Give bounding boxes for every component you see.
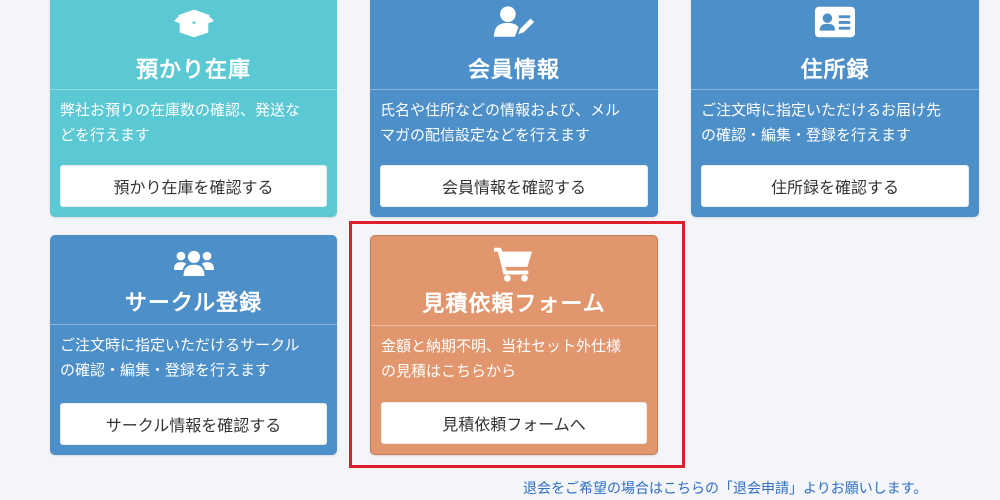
card-title: 住所録	[800, 58, 870, 83]
card-header: 住所録	[691, 0, 979, 90]
desc-line: の確認・編集・登録を行えます	[60, 361, 271, 379]
quote-request-form-button[interactable]: 見積依頼フォームへ	[381, 402, 647, 444]
card-member-info: 会員情報 氏名や住所などの情報および、メル マガの配信設定などを行えます 会員情…	[370, 0, 658, 217]
view-circle-info-button[interactable]: サークル情報を確認する	[60, 403, 327, 445]
view-address-book-button[interactable]: 住所録を確認する	[701, 165, 969, 207]
users-icon	[173, 243, 214, 283]
card-description: ご注文時に指定いただけるサークル の確認・編集・登録を行えます	[50, 325, 337, 397]
card-circle-registration: サークル登録 ご注文時に指定いただけるサークル の確認・編集・登録を行えます サ…	[50, 235, 337, 455]
user-edit-icon	[494, 2, 534, 42]
withdraw-link[interactable]: 退会申請	[733, 481, 789, 497]
view-stock-button[interactable]: 預かり在庫を確認する	[60, 165, 327, 207]
card-description: 金額と納期不明、当社セット外仕様 の見積はこちらから	[371, 326, 657, 398]
card-description: 氏名や住所などの情報および、メル マガの配信設定などを行えます	[370, 90, 658, 162]
card-header: 預かり在庫	[50, 0, 337, 90]
cart-icon	[494, 244, 534, 284]
card-description: 弊社お預りの在庫数の確認、発送な どを行えます	[50, 90, 337, 162]
desc-line: の見積はこちらから	[381, 362, 517, 380]
page: 預かり在庫 弊社お預りの在庫数の確認、発送な どを行えます 預かり在庫を確認する…	[0, 0, 1000, 500]
card-quote-request: 見積依頼フォーム 金額と納期不明、当社セット外仕様 の見積はこちらから 見積依頼…	[370, 235, 658, 455]
desc-line: どを行えます	[60, 126, 151, 144]
withdraw-suffix: 」よりお願いします。	[789, 481, 928, 497]
card-header: 見積依頼フォーム	[371, 236, 657, 326]
desc-line: の確認・編集・登録を行えます	[701, 126, 912, 144]
box-open-icon	[173, 2, 214, 42]
card-title: 見積依頼フォーム	[422, 292, 606, 317]
card-description: ご注文時に指定いただけるお届け先 の確認・編集・登録を行えます	[691, 90, 979, 162]
card-address-book: 住所録 ご注文時に指定いただけるお届け先 の確認・編集・登録を行えます 住所録を…	[691, 0, 979, 217]
desc-line: マガの配信設定などを行えます	[380, 126, 591, 144]
withdraw-notice: 退会をご希望の場合はこちらの「退会申請」よりお願いします。	[523, 478, 927, 498]
card-header: サークル登録	[50, 235, 337, 325]
desc-line: ご注文時に指定いただけるお届け先	[701, 101, 942, 119]
desc-line: 金額と納期不明、当社セット外仕様	[381, 337, 622, 355]
card-stock: 預かり在庫 弊社お預りの在庫数の確認、発送な どを行えます 預かり在庫を確認する	[50, 0, 337, 217]
desc-line: 氏名や住所などの情報および、メル	[380, 101, 621, 119]
withdraw-prefix: 退会をご希望の場合はこちらの「	[523, 481, 733, 497]
desc-line: 弊社お預りの在庫数の確認、発送な	[60, 101, 301, 119]
address-card-icon	[815, 2, 855, 42]
card-header: 会員情報	[370, 0, 658, 90]
card-title: 会員情報	[467, 58, 560, 83]
card-title: 預かり在庫	[135, 58, 251, 83]
view-member-info-button[interactable]: 会員情報を確認する	[380, 165, 648, 207]
desc-line: ご注文時に指定いただけるサークル	[60, 336, 300, 354]
card-title: サークル登録	[124, 291, 263, 316]
